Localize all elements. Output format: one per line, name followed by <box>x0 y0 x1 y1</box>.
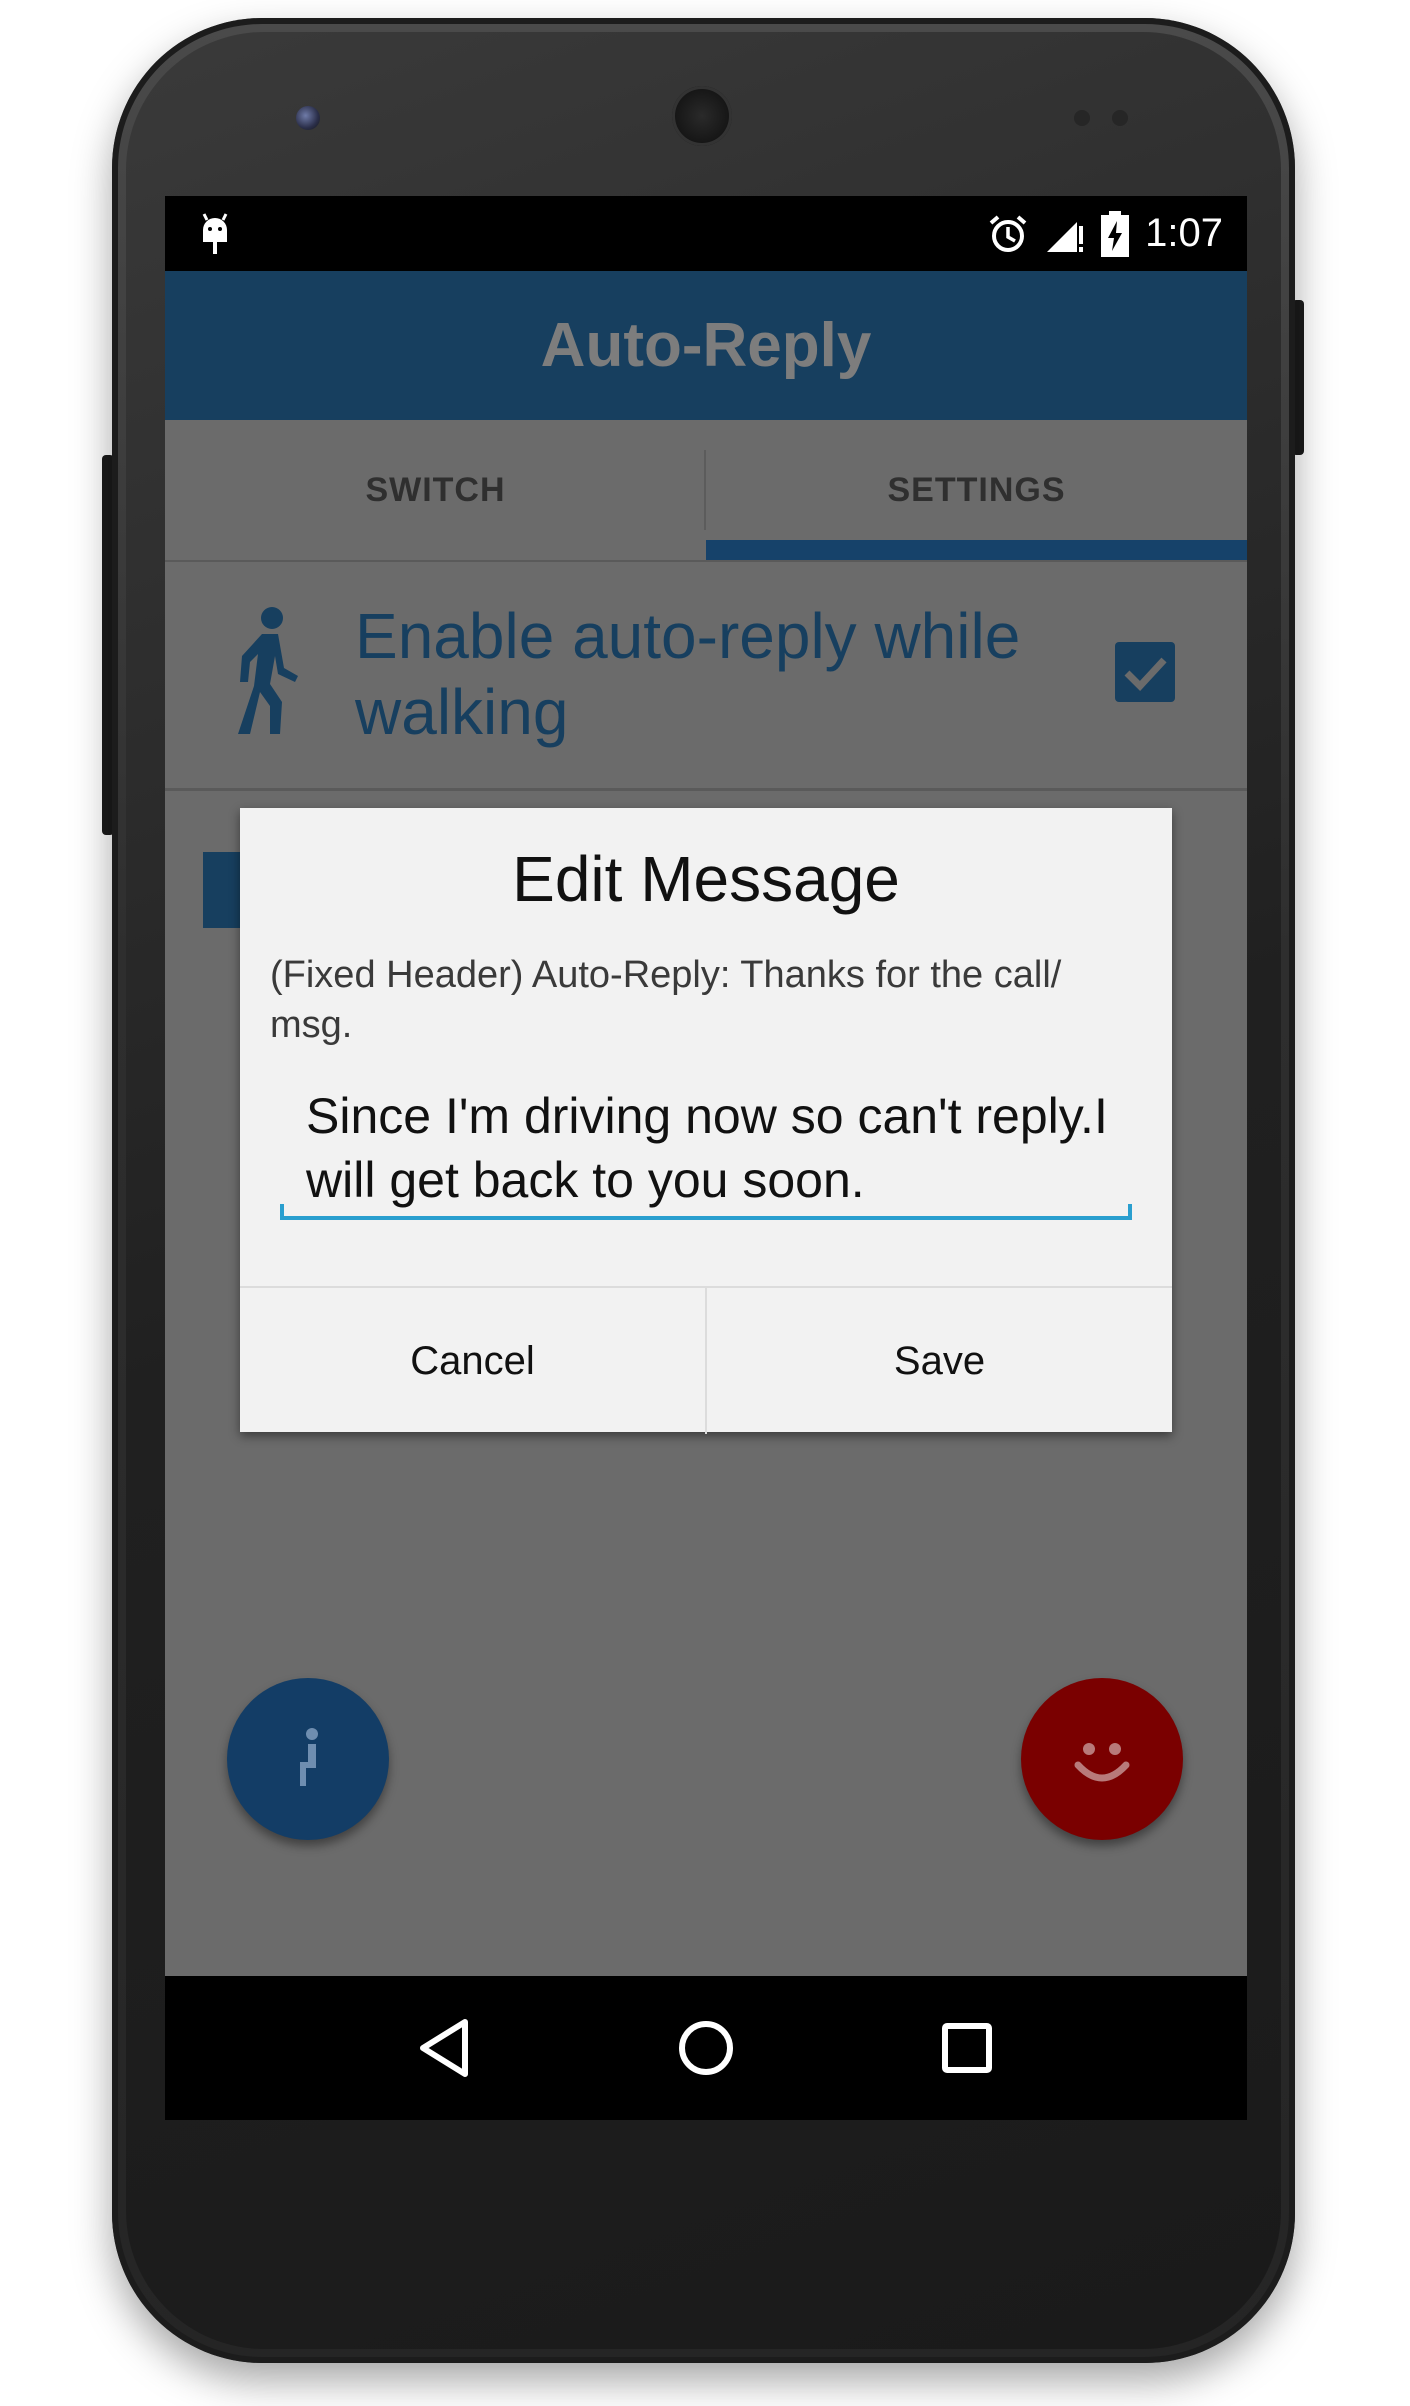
earpiece-speaker <box>672 86 732 146</box>
smiley-mode-button[interactable] <box>1021 1678 1183 1840</box>
proximity-sensor <box>1074 110 1090 126</box>
tab-switch[interactable]: SWITCH <box>165 420 706 560</box>
fixed-header-text: (Fixed Header) Auto-Reply: Thanks for th… <box>270 954 1062 1046</box>
input-underline-cap-right <box>1128 1204 1132 1216</box>
status-icons: 1:07 <box>987 206 1223 261</box>
walking-checkbox[interactable] <box>1115 642 1175 702</box>
dialog-actions: Cancel Save <box>240 1286 1172 1434</box>
message-input-value[interactable]: Since I'm driving now so can't reply.I w… <box>306 1084 1126 1212</box>
status-bar: 1:07 <box>165 196 1247 271</box>
app-bar: Auto-Reply <box>165 271 1247 420</box>
alarm-icon <box>989 214 1027 252</box>
recents-icon <box>941 2023 992 2073</box>
tab-indicator <box>706 540 1247 560</box>
battery-charging-icon <box>1101 210 1130 257</box>
save-button[interactable]: Save <box>707 1288 1172 1434</box>
input-underline-cap-left <box>280 1204 284 1216</box>
back-button[interactable] <box>405 2008 485 2088</box>
seated-person-icon <box>300 1728 318 1786</box>
home-icon <box>678 2021 733 2075</box>
android-debug-icon <box>202 213 228 254</box>
setting-row-walking[interactable]: Enable auto-reply while walking <box>165 562 1247 791</box>
device-mockup: 1:07 Auto-Reply SWITCH SETTINGS Enable a… <box>0 0 1410 2406</box>
home-button[interactable] <box>666 2008 746 2088</box>
edit-message-dialog: Edit Message (Fixed Header) Auto-Reply: … <box>240 808 1172 1434</box>
background-item-icon <box>203 852 243 928</box>
dialog-title: Edit Message <box>512 843 900 915</box>
checkmark-icon <box>1124 657 1167 692</box>
navigation-bar <box>165 1976 1247 2120</box>
walking-setting-label: Enable auto-reply while walking <box>355 600 1021 748</box>
screen: 1:07 Auto-Reply SWITCH SETTINGS Enable a… <box>165 196 1247 2120</box>
tab-settings[interactable]: SETTINGS <box>706 420 1247 560</box>
walking-person-icon <box>238 607 298 734</box>
status-time: 1:07 <box>1145 211 1223 255</box>
recents-button[interactable] <box>927 2008 1007 2088</box>
seated-mode-button[interactable] <box>227 1678 389 1840</box>
front-camera <box>296 106 320 130</box>
cancel-button[interactable]: Cancel <box>240 1288 707 1434</box>
back-icon <box>420 2019 469 2077</box>
app-title: Auto-Reply <box>540 311 872 380</box>
signal-icon <box>1047 221 1084 252</box>
light-sensor <box>1112 110 1128 126</box>
message-input[interactable]: Since I'm driving now so can't reply.I w… <box>280 1078 1132 1220</box>
smiley-icon <box>1074 1743 1130 1782</box>
